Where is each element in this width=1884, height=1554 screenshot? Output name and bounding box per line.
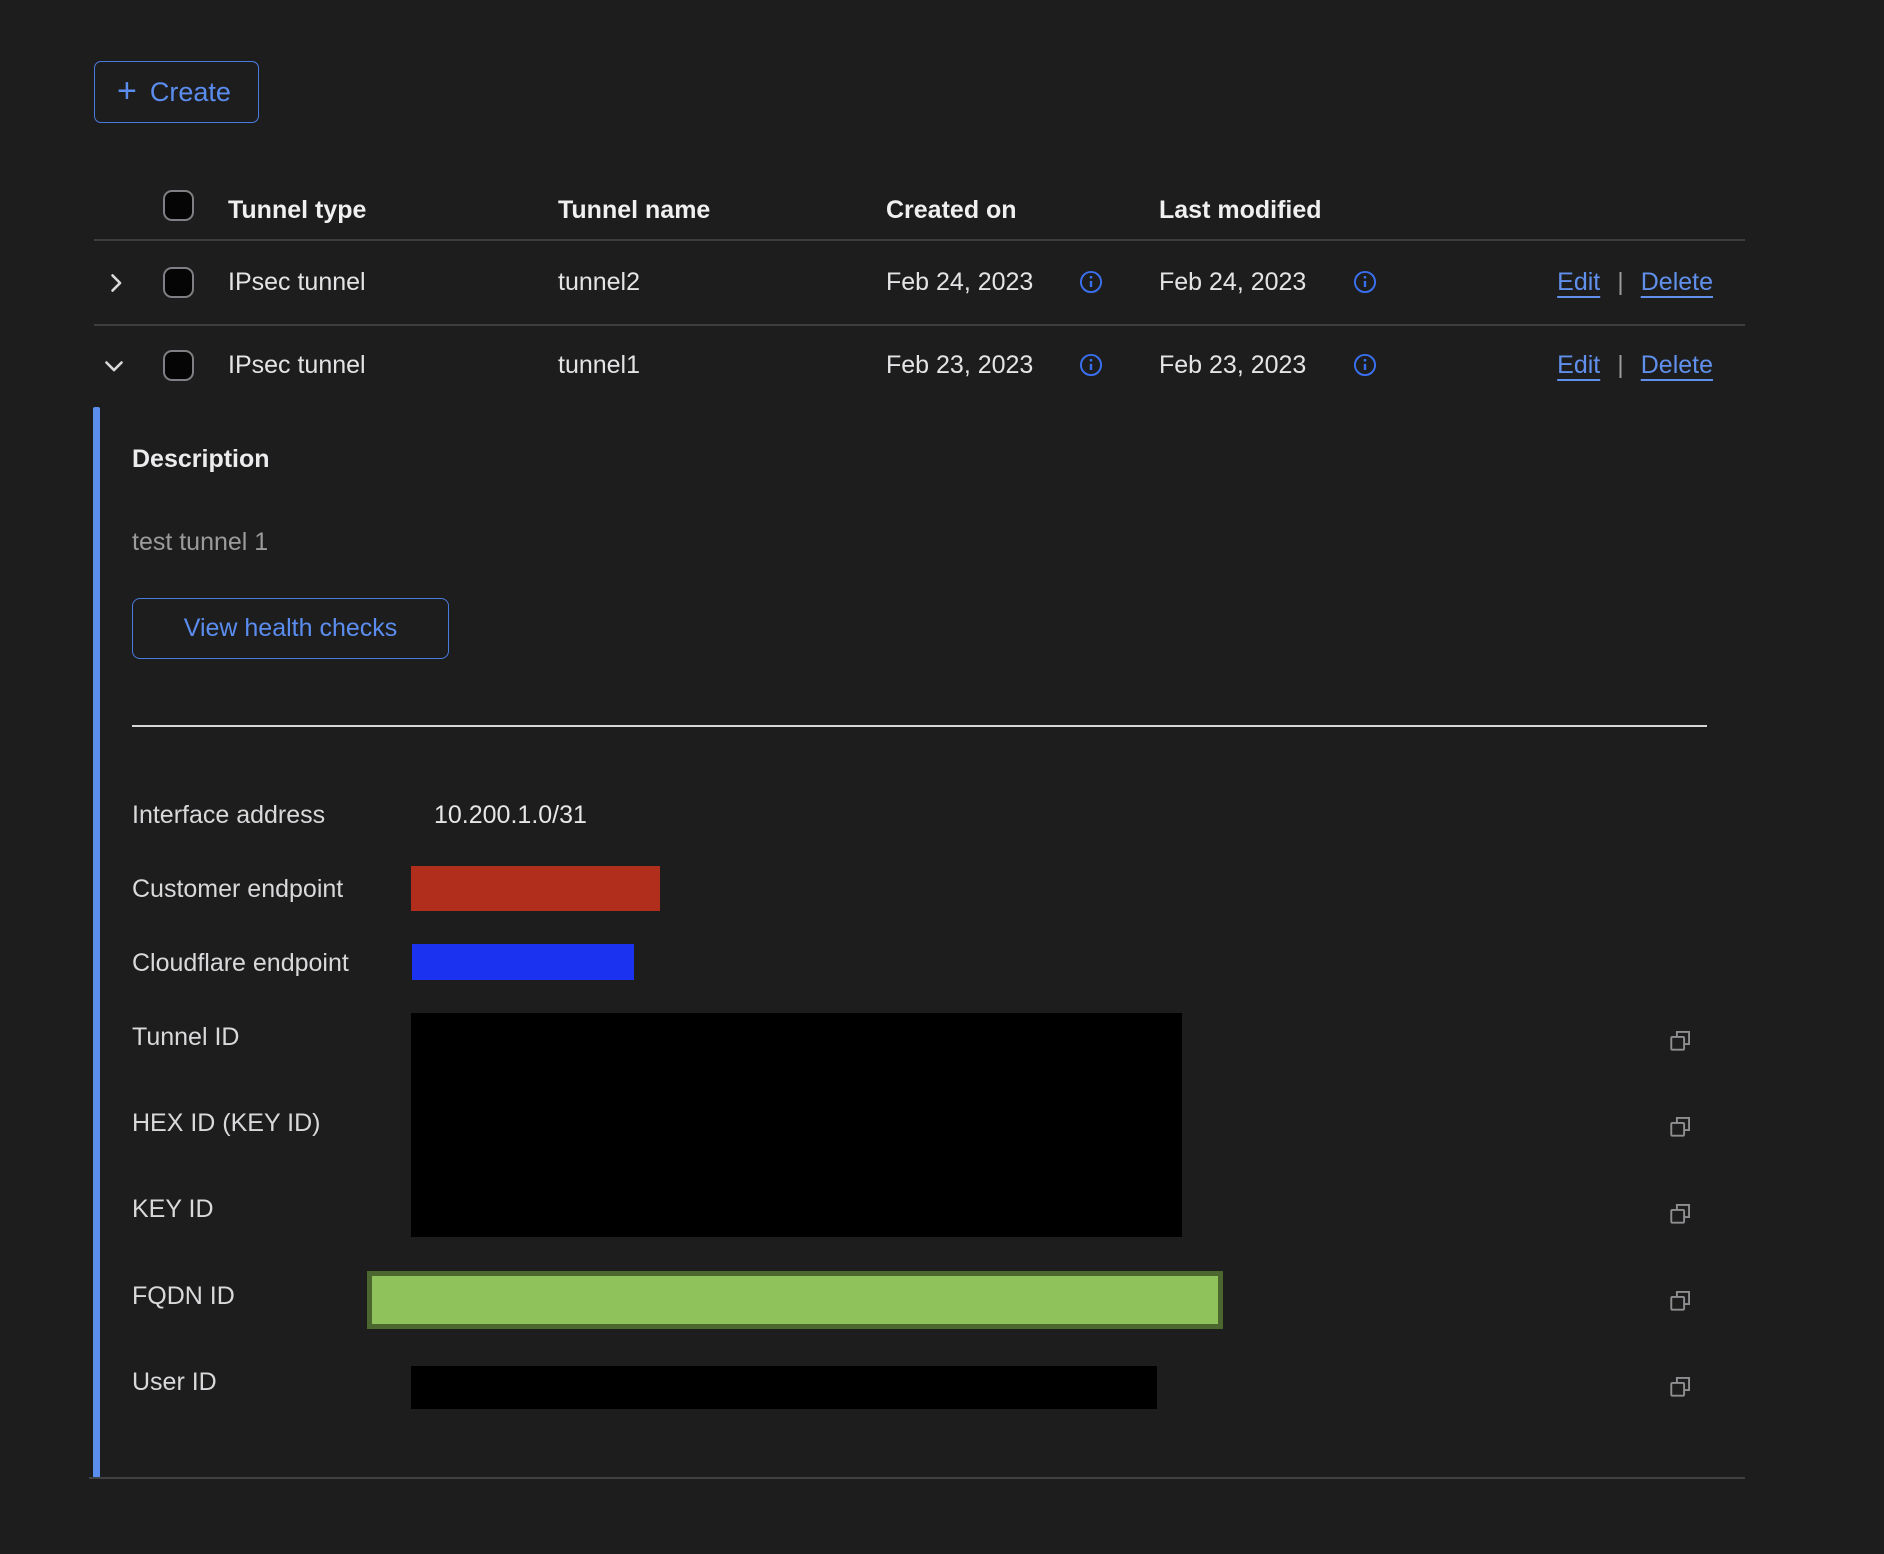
ids-redaction (411, 1013, 1182, 1237)
last-modified-cell: Feb 23, 2023 (1159, 351, 1306, 380)
cloudflare-endpoint-redaction (412, 944, 634, 980)
create-button[interactable]: + Create (94, 61, 259, 123)
interface-address-label: Interface address (132, 801, 325, 830)
key-id-label: KEY ID (132, 1195, 214, 1224)
interface-address-value: 10.200.1.0/31 (434, 801, 587, 830)
row-checkbox[interactable] (163, 350, 194, 381)
copy-icon[interactable] (1667, 1373, 1694, 1400)
delete-link[interactable]: Delete (1641, 351, 1713, 380)
copy-icon[interactable] (1667, 1200, 1694, 1227)
tunnel-id-label: Tunnel ID (132, 1023, 239, 1052)
tunnel-type-cell: IPsec tunnel (228, 268, 366, 297)
created-on-cell: Feb 23, 2023 (886, 351, 1033, 380)
actions-separator: | (1617, 268, 1624, 297)
expanded-row-accent-bar (93, 407, 100, 1478)
user-id-redaction (411, 1366, 1157, 1409)
delete-link[interactable]: Delete (1641, 268, 1713, 297)
cloudflare-endpoint-label: Cloudflare endpoint (132, 949, 349, 978)
user-id-label: User ID (132, 1368, 217, 1397)
chevron-right-icon[interactable] (102, 269, 130, 297)
table-row-tunnel2: IPsec tunnel tunnel2 Feb 24, 2023 Feb 24… (94, 240, 1745, 325)
fqdn-id-label: FQDN ID (132, 1282, 235, 1311)
ipsec-tunnels-page: + Create Tunnel type Tunnel name Created… (0, 0, 1884, 1554)
view-health-checks-button[interactable]: View health checks (132, 598, 449, 659)
table-row-tunnel1: IPsec tunnel tunnel1 Feb 23, 2023 Feb 23… (94, 325, 1745, 407)
detail-divider (132, 725, 1707, 727)
column-header-created-on: Created on (886, 196, 1017, 225)
hex-id-label: HEX ID (KEY ID) (132, 1109, 320, 1138)
column-header-tunnel-type: Tunnel type (228, 196, 366, 225)
copy-icon[interactable] (1667, 1027, 1694, 1054)
select-all-checkbox[interactable] (163, 190, 194, 221)
copy-icon[interactable] (1667, 1113, 1694, 1140)
chevron-down-icon[interactable] (100, 352, 128, 380)
last-modified-cell: Feb 24, 2023 (1159, 268, 1306, 297)
customer-endpoint-redaction (411, 866, 660, 911)
fqdn-id-redaction (367, 1271, 1223, 1329)
created-on-cell: Feb 24, 2023 (886, 268, 1033, 297)
tunnel-name-cell: tunnel1 (558, 351, 640, 380)
info-icon[interactable] (1352, 269, 1378, 295)
expanded-row-bottom-divider (89, 1477, 1745, 1479)
create-button-label: Create (150, 77, 231, 108)
column-header-last-modified: Last modified (1159, 196, 1322, 225)
row-checkbox[interactable] (163, 267, 194, 298)
info-icon[interactable] (1078, 352, 1104, 378)
info-icon[interactable] (1078, 269, 1104, 295)
edit-link[interactable]: Edit (1557, 351, 1600, 380)
tunnel-name-cell: tunnel2 (558, 268, 640, 297)
plus-icon: + (117, 74, 137, 108)
column-header-tunnel-name: Tunnel name (558, 196, 710, 225)
row-actions: Edit | Delete (1557, 268, 1713, 297)
row-actions: Edit | Delete (1557, 351, 1713, 380)
customer-endpoint-label: Customer endpoint (132, 875, 343, 904)
edit-link[interactable]: Edit (1557, 268, 1600, 297)
tunnel-type-cell: IPsec tunnel (228, 351, 366, 380)
description-label: Description (132, 445, 270, 474)
copy-icon[interactable] (1667, 1287, 1694, 1314)
actions-separator: | (1617, 351, 1624, 380)
table-header: Tunnel type Tunnel name Created on Last … (94, 168, 1745, 240)
description-value: test tunnel 1 (132, 528, 268, 557)
info-icon[interactable] (1352, 352, 1378, 378)
